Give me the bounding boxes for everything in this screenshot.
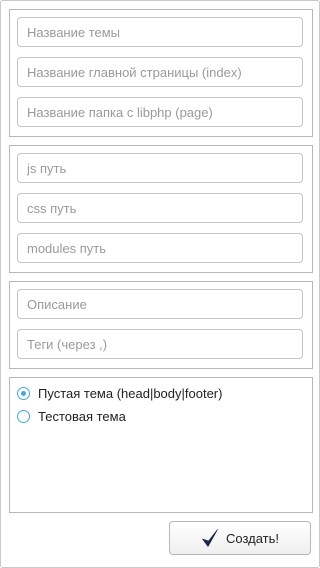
template-options-group: Пустая тема (head|body|footer) Тестовая … <box>9 377 313 513</box>
theme-group <box>9 9 313 137</box>
radio-label: Пустая тема (head|body|footer) <box>38 385 223 401</box>
radio-unchecked-icon[interactable] <box>17 409 30 423</box>
create-button[interactable]: Создать! <box>169 521 311 555</box>
create-button-label: Создать! <box>225 530 279 546</box>
radio-label: Тестовая тема <box>38 408 126 424</box>
js-path-input[interactable] <box>17 153 303 183</box>
radio-option-empty-theme[interactable]: Пустая тема (head|body|footer) <box>17 384 222 402</box>
form-frame: Пустая тема (head|body|footer) Тестовая … <box>0 0 320 568</box>
radio-option-test-theme[interactable]: Тестовая тема <box>17 407 126 425</box>
index-page-name-input[interactable] <box>17 57 303 87</box>
meta-group <box>9 281 313 369</box>
modules-path-input[interactable] <box>17 233 303 263</box>
checkmark-icon <box>202 529 218 547</box>
theme-name-input[interactable] <box>17 17 303 47</box>
libphp-folder-input[interactable] <box>17 97 303 127</box>
radio-checked-icon[interactable] <box>17 386 30 400</box>
tags-input[interactable] <box>17 329 303 359</box>
css-path-input[interactable] <box>17 193 303 223</box>
paths-group <box>9 145 313 273</box>
description-input[interactable] <box>17 289 303 319</box>
